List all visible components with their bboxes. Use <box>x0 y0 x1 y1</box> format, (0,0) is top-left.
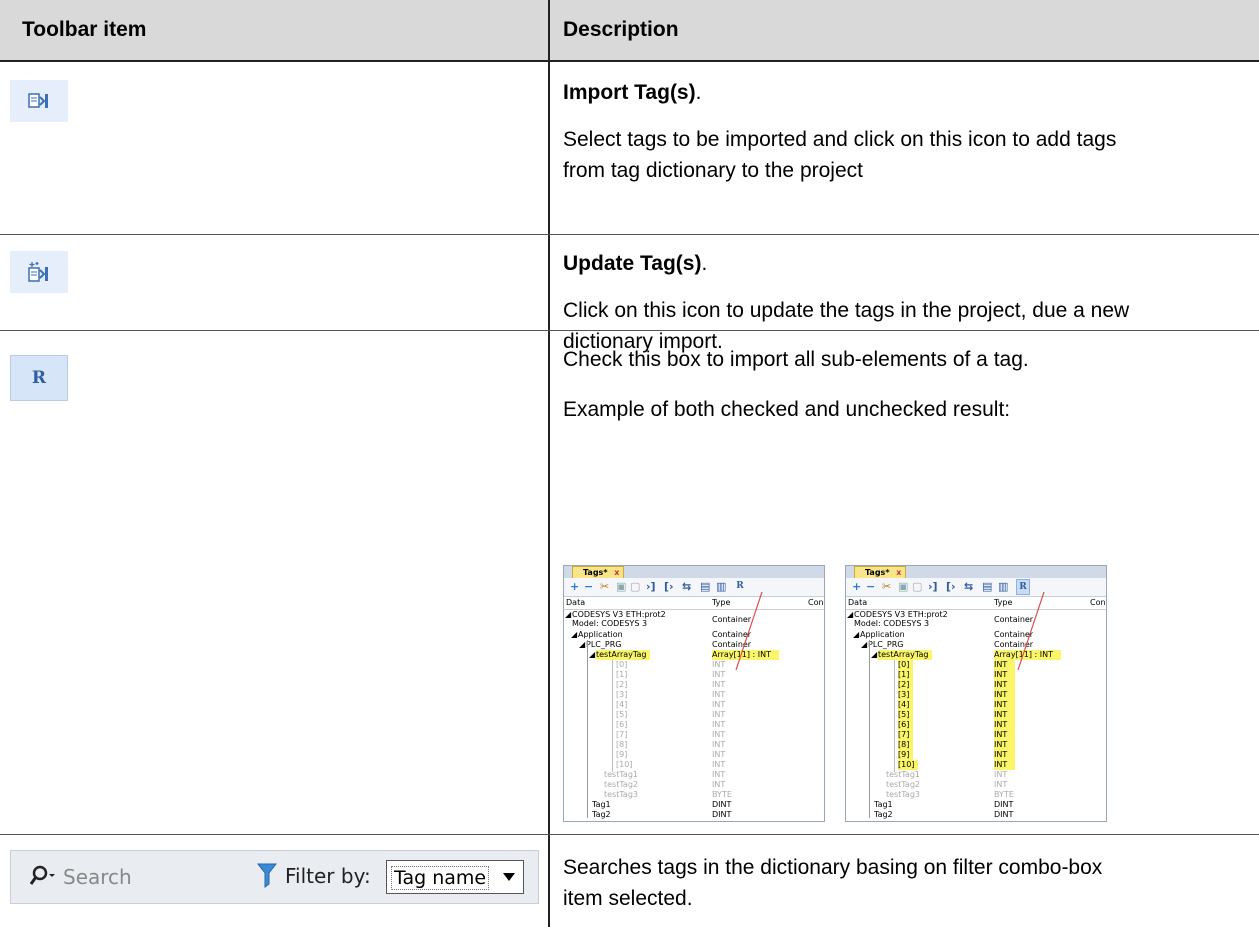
tree-row[interactable]: [6] INT <box>846 720 1106 730</box>
tree-row[interactable]: Tag3DINT <box>564 820 824 821</box>
update-title: Update Tag(s) <box>563 252 702 275</box>
tree-row[interactable]: [8] INT <box>564 740 824 750</box>
tree-row[interactable]: testTag3 BYTE <box>564 790 824 800</box>
tree-row[interactable]: Tag1 DINT <box>564 800 824 810</box>
filter-combobox[interactable]: Tag name <box>386 860 524 894</box>
column-divider <box>548 0 550 927</box>
filter-by-label: Filter by: <box>285 864 371 888</box>
row-divider <box>0 834 1259 835</box>
tree-row[interactable]: [5] INT <box>846 710 1106 720</box>
tree-row[interactable]: [4] INT <box>846 700 1106 710</box>
tree-row[interactable]: [7] INT <box>564 730 824 740</box>
table-header: Toolbar item Description <box>0 0 1259 62</box>
tree-row[interactable]: [8] INT <box>846 740 1106 750</box>
tree-row[interactable]: [6] INT <box>564 720 824 730</box>
search-input[interactable]: Search <box>63 865 132 889</box>
search-text-line: Searches tags in the dictionary basing o… <box>563 856 1103 879</box>
search-icon[interactable] <box>29 865 57 892</box>
tree-row[interactable]: testTag1 INT <box>846 770 1106 780</box>
tree-row[interactable]: [10] INT <box>564 760 824 770</box>
filter-combobox-value: Tag name <box>391 866 490 890</box>
header-toolbar-item: Toolbar item <box>22 18 147 41</box>
update-tags-icon <box>10 251 68 293</box>
import-title: Import Tag(s) <box>563 81 696 104</box>
tree-row[interactable]: [3] INT <box>846 690 1106 700</box>
tree-row[interactable]: Tag2 DINT <box>564 810 824 820</box>
row-divider <box>0 234 1259 235</box>
chevron-down-icon[interactable] <box>503 873 515 881</box>
import-text-line: Select tags to be imported and click on … <box>563 128 1117 151</box>
recursive-text-line: Check this box to import all sub-element… <box>563 348 1029 371</box>
tree-row[interactable]: [9] INT <box>846 750 1106 760</box>
import-tags-icon <box>10 80 68 122</box>
recursive-text-line: Example of both checked and unchecked re… <box>563 398 1011 421</box>
tree-row[interactable]: [7] INT <box>846 730 1106 740</box>
search-text-line: item selected. <box>563 887 693 910</box>
search-toolbar: Search Filter by: Tag name <box>10 850 539 904</box>
update-text-line: Click on this icon to update the tags in… <box>563 299 1130 322</box>
update-description: Update Tag(s). Click on this icon to upd… <box>563 248 1129 357</box>
tree-row[interactable]: [10] INT <box>846 760 1106 770</box>
tree-row[interactable]: [3] INT <box>564 690 824 700</box>
tree-row[interactable]: Tag3DINT <box>846 820 1106 821</box>
tree-row[interactable]: [4] INT <box>564 700 824 710</box>
tree-row[interactable]: [9] INT <box>564 750 824 760</box>
import-text-line: from tag dictionary to the project <box>563 159 863 182</box>
tree-row[interactable]: Tag2 DINT <box>846 810 1106 820</box>
tree-row[interactable]: Tag1 DINT <box>846 800 1106 810</box>
tree-row[interactable]: testTag2 INT <box>846 780 1106 790</box>
tree-row[interactable]: [5] INT <box>564 710 824 720</box>
example-checked-panel: Tags* x + − ✂ ▣ ▢ ›] [› ⇆ ▤ ▥ R Data Type Con ◢ CODESYS … <box>845 565 1107 822</box>
tree-row[interactable]: testTag3 BYTE <box>846 790 1106 800</box>
filter-funnel-icon <box>256 862 278 893</box>
tree-row[interactable]: testTag1 INT <box>564 770 824 780</box>
import-description: Import Tag(s). Select tags to be importe… <box>563 77 1116 186</box>
tree-row[interactable]: testTag2 INT <box>564 780 824 790</box>
header-description: Description <box>563 18 679 41</box>
recursive-r-icon: R <box>10 355 68 401</box>
example-unchecked-panel: Tags* x + − ✂ ▣ ▢ ›] [› ⇆ ▤ ▥ R Data Type Con ◢ CODESYS … <box>563 565 825 822</box>
